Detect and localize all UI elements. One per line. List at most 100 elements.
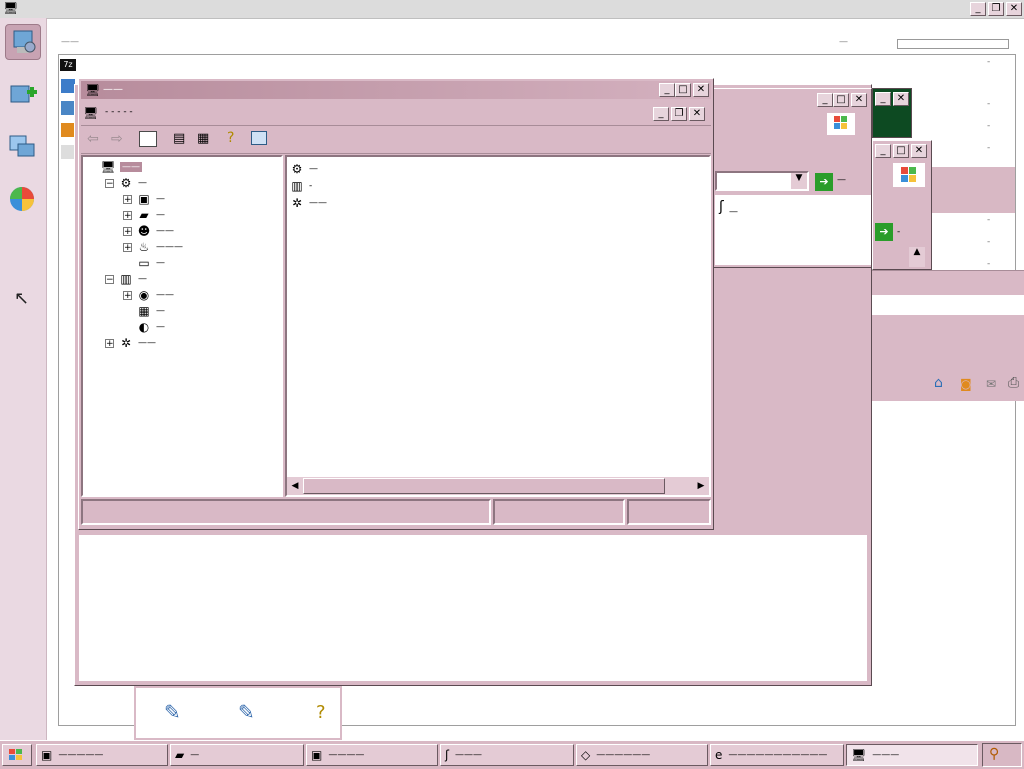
tree-node[interactable]: + ☻ —— xyxy=(123,223,174,239)
dropdown-arrow-icon[interactable]: ▼ xyxy=(791,173,807,189)
close-button[interactable]: ✕ xyxy=(693,83,709,97)
forward-icon[interactable]: ⇨ xyxy=(111,131,123,147)
collapse-icon[interactable]: − xyxy=(105,178,114,188)
start-button[interactable] xyxy=(2,744,32,766)
right-window-content: ʃ — xyxy=(715,195,871,265)
expand-icon[interactable]: + xyxy=(123,210,132,220)
horizontal-scrollbar[interactable]: ◀ ▶ xyxy=(287,477,709,495)
tree-node-label: — xyxy=(156,258,165,268)
close-button[interactable]: ✕ xyxy=(851,93,867,107)
close-button[interactable]: ✕ xyxy=(911,144,927,158)
back-icon[interactable]: ⇦ xyxy=(87,131,99,147)
7zip-icon: 7z xyxy=(60,59,76,71)
list-item[interactable]: ✲ —— xyxy=(289,195,327,211)
taskbar-button[interactable]: ▣ ————— xyxy=(36,744,168,766)
system-tools-icon: ⚙ xyxy=(291,162,303,176)
show-hide-tree-icon[interactable] xyxy=(139,131,157,147)
list-item[interactable]: ▥ - xyxy=(289,178,312,194)
expand-icon[interactable]: + xyxy=(105,338,114,348)
computer-icon: 🖥 xyxy=(83,106,99,120)
properties-icon[interactable]: ▤ xyxy=(173,131,185,146)
close-button[interactable]: ✕ xyxy=(1006,2,1022,16)
expand-icon[interactable]: + xyxy=(123,226,132,236)
tree-node[interactable]: + ▣ — xyxy=(123,191,165,207)
tree-node-label: ——— xyxy=(156,242,183,252)
scroll-up-button[interactable]: ▲ xyxy=(909,247,925,267)
taskbar-button[interactable]: e ——————————— xyxy=(710,744,844,766)
scroll-thumb[interactable] xyxy=(303,478,665,494)
tree-node[interactable]: − ▥ — xyxy=(105,271,147,287)
minimize-button[interactable]: _ xyxy=(970,2,986,16)
bg-search-field[interactable] xyxy=(897,39,1009,49)
maximize-button[interactable]: □ xyxy=(675,83,691,97)
file-icon xyxy=(61,101,75,115)
computer-management-window: 🖥 —— _ □ ✕ 🖥 - - - - - _ ❐ ✕ ⇦ ⇨ ▤ ▦ ? 🖥… xyxy=(78,78,714,530)
maximize-button[interactable]: □ xyxy=(893,144,909,158)
tree-node[interactable]: 🖥 —— xyxy=(87,159,142,175)
scroll-right-icon[interactable]: ▶ xyxy=(693,477,709,495)
server-manager-launch[interactable] xyxy=(5,24,41,60)
minimize-button[interactable]: _ xyxy=(875,144,891,158)
system-tools-icon: ⚙ xyxy=(120,176,132,190)
paint-icon[interactable]: ✎ xyxy=(238,700,255,724)
add-roles-launch[interactable] xyxy=(5,78,39,112)
minimize-button[interactable]: _ xyxy=(875,92,891,106)
minimize-button[interactable]: _ xyxy=(659,83,675,97)
go-button[interactable]: ➔ xyxy=(875,223,893,241)
paint-icon[interactable]: ✎ xyxy=(164,700,181,724)
windows-media-launch[interactable] xyxy=(5,182,39,216)
search-icon[interactable]: ⚲ xyxy=(989,746,999,762)
restore-button[interactable]: ❐ xyxy=(671,107,687,121)
help-icon[interactable]: ? xyxy=(227,130,234,146)
mouse-cursor-icon: ↖ xyxy=(14,288,30,309)
taskbar-button[interactable]: ▰ — xyxy=(170,744,304,766)
address-field[interactable]: ▼ xyxy=(715,171,809,191)
tree-node[interactable]: ▦ — xyxy=(123,303,165,319)
right-window-1: _ □ ✕ ▼ ➔ — ʃ — xyxy=(712,88,872,268)
help-doc-icon[interactable]: ? xyxy=(316,702,326,723)
scroll-left-icon[interactable]: ◀ xyxy=(287,477,303,495)
tree-node[interactable]: − ⚙ — xyxy=(105,175,147,191)
services-apps-icon: ✲ xyxy=(291,196,303,210)
add-roles-icon xyxy=(10,85,37,103)
mdi-menu[interactable]: - - - - - xyxy=(105,107,133,117)
taskbar-button[interactable]: ʃ ——— xyxy=(440,744,574,766)
event-viewer-icon: ▣ xyxy=(138,192,150,206)
export-icon[interactable]: ▦ xyxy=(197,131,209,146)
tree-node[interactable]: + ✲ —— xyxy=(105,335,156,351)
go-button[interactable]: ➔ xyxy=(815,173,833,191)
windows-media-icon xyxy=(10,187,34,211)
action-pane-icon[interactable] xyxy=(251,131,267,145)
print-icon[interactable]: ⎙ xyxy=(1008,375,1019,391)
mail-icon[interactable]: ✉ xyxy=(986,377,996,391)
disk-management-icon: ◐ xyxy=(138,320,150,334)
tree-node[interactable]: + ◉ —— xyxy=(123,287,174,303)
remote-desktop-launch[interactable] xyxy=(5,130,39,164)
tree-node[interactable]: ◐ — xyxy=(123,319,165,335)
minimize-button[interactable]: _ xyxy=(653,107,669,121)
taskbar-button[interactable]: 🖥 ——— xyxy=(846,744,978,766)
list-pane[interactable]: ⚙ — ▥ - ✲ —— ◀ ▶ xyxy=(285,155,711,497)
list-item[interactable]: ⚙ — xyxy=(289,161,318,177)
taskbar-button[interactable]: ◇ —————— xyxy=(576,744,708,766)
minimize-button[interactable]: _ xyxy=(817,93,833,107)
restore-button[interactable]: ❐ xyxy=(988,2,1004,16)
taskbar-button[interactable]: ▣ ———— xyxy=(306,744,438,766)
tree-node[interactable]: ▭ — xyxy=(123,255,165,271)
home-icon[interactable]: ⌂ xyxy=(934,375,943,391)
close-button[interactable]: ✕ xyxy=(689,107,705,121)
rss-icon[interactable]: ◙ xyxy=(960,377,972,391)
tree-node[interactable]: + ▰ — xyxy=(123,207,165,223)
maximize-button[interactable]: □ xyxy=(833,93,849,107)
ie-toolbar-window: ⌂ ◙ ✉ ⎙ xyxy=(872,270,1024,401)
users-groups-icon: ☻ xyxy=(137,224,151,238)
tree-pane[interactable]: 🖥 —— − ⚙ — + ▣ — + ▰ — + ☻ —— + ♨ ——— ▭ — − ▥ — + ◉ —— ▦ — ◐ — + ✲ —— xyxy=(81,155,283,497)
collapse-icon[interactable]: − xyxy=(105,274,114,284)
close-button[interactable]: ✕ xyxy=(893,92,909,106)
expand-icon[interactable]: + xyxy=(123,194,132,204)
tree-node[interactable]: + ♨ ——— xyxy=(123,239,183,255)
expand-icon[interactable]: + xyxy=(123,290,132,300)
device-manager-icon: ▭ xyxy=(138,256,150,270)
expand-icon[interactable]: + xyxy=(123,242,132,252)
